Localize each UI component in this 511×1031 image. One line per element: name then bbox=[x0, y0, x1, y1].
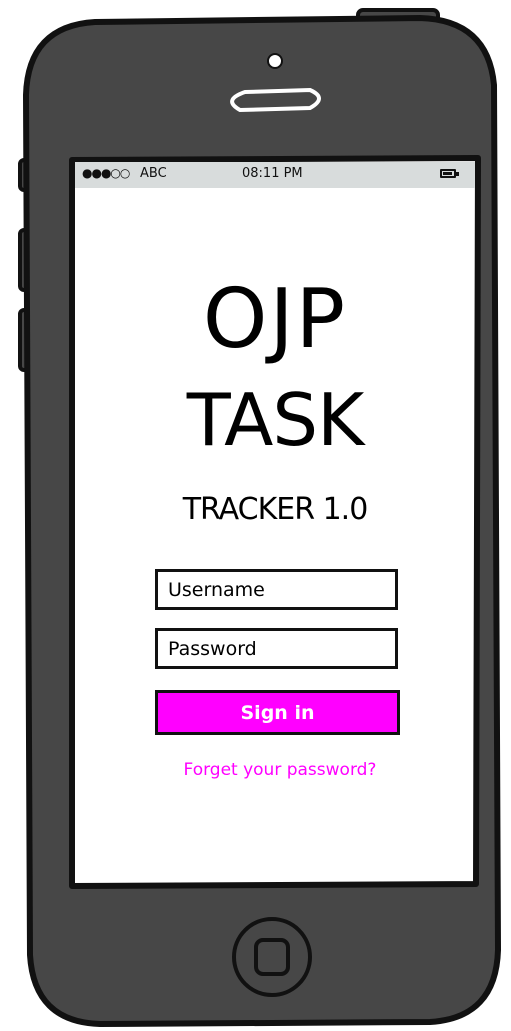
speaker bbox=[230, 87, 321, 113]
carrier-name: ABC bbox=[140, 166, 167, 181]
home-button-ring bbox=[232, 917, 312, 997]
app-title-line2: TASK bbox=[186, 378, 365, 462]
status-bar: ●●●○○ ABC 08:11 PM bbox=[72, 160, 478, 186]
password-input[interactable] bbox=[155, 628, 398, 669]
app-title-line3: TRACKER 1.0 bbox=[182, 492, 369, 527]
battery-icon bbox=[440, 169, 459, 178]
front-camera bbox=[267, 53, 283, 69]
username-input[interactable] bbox=[155, 569, 398, 610]
sign-in-button[interactable]: Sign in bbox=[155, 690, 400, 735]
signal-strength-icon: ●●●○○ bbox=[82, 166, 130, 180]
status-time: 08:11 PM bbox=[242, 166, 303, 181]
forgot-password-link[interactable]: Forget your password? bbox=[110, 760, 450, 780]
app-title-line1: OJP bbox=[202, 272, 348, 367]
